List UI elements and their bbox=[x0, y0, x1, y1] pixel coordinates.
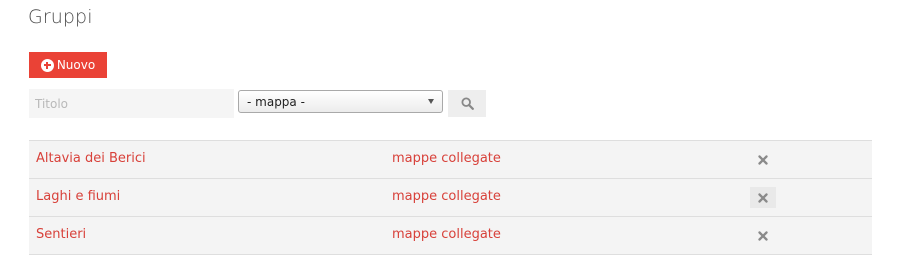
search-button[interactable] bbox=[448, 90, 486, 117]
delete-button[interactable] bbox=[750, 225, 776, 246]
new-group-button[interactable]: Nuovo bbox=[29, 52, 107, 78]
new-button-label: Nuovo bbox=[56, 58, 96, 72]
page-title: Gruppi bbox=[28, 6, 93, 28]
title-filter-input[interactable] bbox=[29, 89, 234, 118]
groups-table: Altavia dei Berici mappe collegate Laghi… bbox=[29, 140, 872, 255]
close-icon bbox=[758, 192, 768, 203]
search-icon bbox=[460, 97, 474, 110]
group-name-link[interactable]: Sentieri bbox=[36, 227, 86, 242]
group-name-link[interactable]: Laghi e fiumi bbox=[36, 189, 120, 204]
table-row: Altavia dei Berici mappe collegate bbox=[29, 141, 872, 179]
linked-maps-link[interactable]: mappe collegate bbox=[392, 189, 501, 204]
close-icon bbox=[758, 154, 768, 165]
linked-maps-link[interactable]: mappe collegate bbox=[392, 151, 501, 166]
delete-button[interactable] bbox=[750, 149, 776, 170]
chevron-down-icon bbox=[428, 99, 434, 104]
table-row: Sentieri mappe collegate bbox=[29, 217, 872, 255]
map-select[interactable]: - mappa - bbox=[238, 90, 443, 113]
delete-button[interactable] bbox=[750, 187, 776, 208]
close-icon bbox=[758, 230, 768, 241]
groups-page: Gruppi Nuovo - mappa - Altavia dei Beric… bbox=[0, 0, 900, 271]
map-select-value: - mappa - bbox=[247, 94, 305, 109]
linked-maps-link[interactable]: mappe collegate bbox=[392, 227, 501, 242]
group-name-link[interactable]: Altavia dei Berici bbox=[36, 151, 146, 166]
plus-circle-icon bbox=[40, 58, 54, 72]
table-row: Laghi e fiumi mappe collegate bbox=[29, 179, 872, 217]
